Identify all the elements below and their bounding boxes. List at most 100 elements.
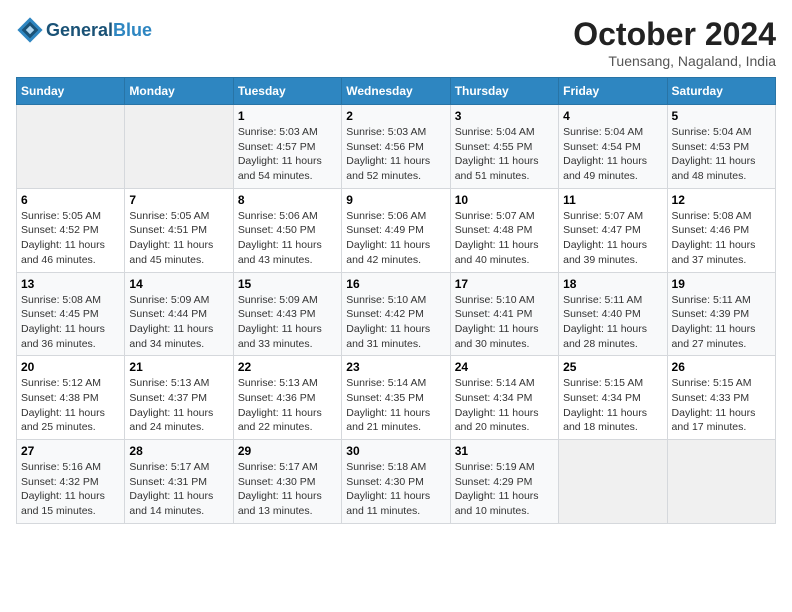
location-subtitle: Tuensang, Nagaland, India xyxy=(573,53,776,69)
day-number: 24 xyxy=(455,360,554,374)
header-sunday: Sunday xyxy=(17,78,125,105)
calendar-cell: 7Sunrise: 5:05 AMSunset: 4:51 PMDaylight… xyxy=(125,188,233,272)
day-info: Sunrise: 5:12 AMSunset: 4:38 PMDaylight:… xyxy=(21,376,120,435)
day-info: Sunrise: 5:08 AMSunset: 4:45 PMDaylight:… xyxy=(21,293,120,352)
logo-text-general: General xyxy=(46,20,113,40)
day-number: 6 xyxy=(21,193,120,207)
day-info: Sunrise: 5:18 AMSunset: 4:30 PMDaylight:… xyxy=(346,460,445,519)
day-number: 12 xyxy=(672,193,771,207)
day-info: Sunrise: 5:08 AMSunset: 4:46 PMDaylight:… xyxy=(672,209,771,268)
week-row-2: 6 Sunrise: 5:05 AMSunset: 4:52 PMDaylight… xyxy=(17,188,776,272)
calendar-table: SundayMondayTuesdayWednesdayThursdayFrid… xyxy=(16,77,776,524)
header-tuesday: Tuesday xyxy=(233,78,341,105)
week-row-3: 13 Sunrise: 5:08 AMSunset: 4:45 PMDayligh… xyxy=(17,272,776,356)
day-number: 17 xyxy=(455,277,554,291)
calendar-cell: 31Sunrise: 5:19 AMSunset: 4:29 PMDayligh… xyxy=(450,440,558,524)
page-header: GeneralBlue October 2024 Tuensang, Nagal… xyxy=(16,16,776,69)
calendar-cell: 18Sunrise: 5:11 AMSunset: 4:40 PMDayligh… xyxy=(559,272,667,356)
week-row-4: 20Sunrise: 5:12 AMSunset: 4:38 PMDayligh… xyxy=(17,356,776,440)
day-info: Sunrise: 5:16 AMSunset: 4:32 PMDaylight:… xyxy=(21,460,120,519)
day-info: Sunrise: 5:15 AMSunset: 4:34 PMDaylight:… xyxy=(563,376,662,435)
day-info: Sunrise: 5:09 AMSunset: 4:44 PMDaylight:… xyxy=(129,293,228,352)
calendar-cell: 27Sunrise: 5:16 AMSunset: 4:32 PMDayligh… xyxy=(17,440,125,524)
day-info: Sunrise: 5:11 AMSunset: 4:39 PMDaylight:… xyxy=(672,293,771,352)
header-saturday: Saturday xyxy=(667,78,775,105)
calendar-cell: 1 Sunrise: 5:03 AMSunset: 4:57 PMDaylight… xyxy=(233,105,341,189)
day-info: Sunrise: 5:05 AMSunset: 4:51 PMDaylight:… xyxy=(129,209,228,268)
day-info: Sunrise: 5:09 AMSunset: 4:43 PMDaylight:… xyxy=(238,293,337,352)
day-number: 3 xyxy=(455,109,554,123)
day-number: 22 xyxy=(238,360,337,374)
day-info: Sunrise: 5:10 AMSunset: 4:42 PMDaylight:… xyxy=(346,293,445,352)
day-info: Sunrise: 5:13 AMSunset: 4:36 PMDaylight:… xyxy=(238,376,337,435)
day-info: Sunrise: 5:17 AMSunset: 4:31 PMDaylight:… xyxy=(129,460,228,519)
day-info: Sunrise: 5:06 AMSunset: 4:49 PMDaylight:… xyxy=(346,209,445,268)
calendar-cell: 30 Sunrise: 5:18 AMSunset: 4:30 PMDayligh… xyxy=(342,440,450,524)
calendar-cell: 5Sunrise: 5:04 AMSunset: 4:53 PMDaylight… xyxy=(667,105,775,189)
day-number: 16 xyxy=(346,277,445,291)
calendar-cell xyxy=(125,105,233,189)
week-row-1: 1 Sunrise: 5:03 AMSunset: 4:57 PMDaylight… xyxy=(17,105,776,189)
header-thursday: Thursday xyxy=(450,78,558,105)
day-number: 15 xyxy=(238,277,337,291)
calendar-cell: 9 Sunrise: 5:06 AMSunset: 4:49 PMDaylight… xyxy=(342,188,450,272)
logo-icon xyxy=(16,16,44,44)
calendar-cell: 19 Sunrise: 5:11 AMSunset: 4:39 PMDayligh… xyxy=(667,272,775,356)
calendar-cell: 22 Sunrise: 5:13 AMSunset: 4:36 PMDayligh… xyxy=(233,356,341,440)
calendar-cell: 29Sunrise: 5:17 AMSunset: 4:30 PMDayligh… xyxy=(233,440,341,524)
calendar-cell: 6 Sunrise: 5:05 AMSunset: 4:52 PMDaylight… xyxy=(17,188,125,272)
calendar-cell: 3 Sunrise: 5:04 AMSunset: 4:55 PMDaylight… xyxy=(450,105,558,189)
day-number: 23 xyxy=(346,360,445,374)
month-title: October 2024 xyxy=(573,16,776,53)
day-info: Sunrise: 5:04 AMSunset: 4:55 PMDaylight:… xyxy=(455,125,554,184)
calendar-cell: 8 Sunrise: 5:06 AMSunset: 4:50 PMDaylight… xyxy=(233,188,341,272)
logo: GeneralBlue xyxy=(16,16,152,44)
day-number: 2 xyxy=(346,109,445,123)
day-number: 13 xyxy=(21,277,120,291)
day-number: 19 xyxy=(672,277,771,291)
calendar-cell: 20Sunrise: 5:12 AMSunset: 4:38 PMDayligh… xyxy=(17,356,125,440)
day-number: 26 xyxy=(672,360,771,374)
day-info: Sunrise: 5:14 AMSunset: 4:35 PMDaylight:… xyxy=(346,376,445,435)
calendar-cell xyxy=(559,440,667,524)
calendar-cell xyxy=(667,440,775,524)
day-info: Sunrise: 5:06 AMSunset: 4:50 PMDaylight:… xyxy=(238,209,337,268)
day-info: Sunrise: 5:07 AMSunset: 4:47 PMDaylight:… xyxy=(563,209,662,268)
calendar-cell: 16 Sunrise: 5:10 AMSunset: 4:42 PMDayligh… xyxy=(342,272,450,356)
header-wednesday: Wednesday xyxy=(342,78,450,105)
logo-text-blue: Blue xyxy=(113,20,152,40)
day-info: Sunrise: 5:19 AMSunset: 4:29 PMDaylight:… xyxy=(455,460,554,519)
calendar-cell: 10 Sunrise: 5:07 AMSunset: 4:48 PMDayligh… xyxy=(450,188,558,272)
calendar-cell: 17 Sunrise: 5:10 AMSunset: 4:41 PMDayligh… xyxy=(450,272,558,356)
day-number: 1 xyxy=(238,109,337,123)
calendar-cell: 28 Sunrise: 5:17 AMSunset: 4:31 PMDayligh… xyxy=(125,440,233,524)
calendar-header-row: SundayMondayTuesdayWednesdayThursdayFrid… xyxy=(17,78,776,105)
day-number: 30 xyxy=(346,444,445,458)
calendar-cell: 25 Sunrise: 5:15 AMSunset: 4:34 PMDayligh… xyxy=(559,356,667,440)
calendar-cell: 23 Sunrise: 5:14 AMSunset: 4:35 PMDayligh… xyxy=(342,356,450,440)
day-number: 11 xyxy=(563,193,662,207)
calendar-cell: 2Sunrise: 5:03 AMSunset: 4:56 PMDaylight… xyxy=(342,105,450,189)
calendar-cell: 4 Sunrise: 5:04 AMSunset: 4:54 PMDaylight… xyxy=(559,105,667,189)
day-info: Sunrise: 5:05 AMSunset: 4:52 PMDaylight:… xyxy=(21,209,120,268)
day-number: 8 xyxy=(238,193,337,207)
day-number: 4 xyxy=(563,109,662,123)
day-number: 25 xyxy=(563,360,662,374)
day-number: 9 xyxy=(346,193,445,207)
day-info: Sunrise: 5:04 AMSunset: 4:54 PMDaylight:… xyxy=(563,125,662,184)
calendar-cell xyxy=(17,105,125,189)
header-monday: Monday xyxy=(125,78,233,105)
day-info: Sunrise: 5:10 AMSunset: 4:41 PMDaylight:… xyxy=(455,293,554,352)
day-number: 14 xyxy=(129,277,228,291)
calendar-cell: 15 Sunrise: 5:09 AMSunset: 4:43 PMDayligh… xyxy=(233,272,341,356)
day-info: Sunrise: 5:03 AMSunset: 4:57 PMDaylight:… xyxy=(238,125,337,184)
day-info: Sunrise: 5:11 AMSunset: 4:40 PMDaylight:… xyxy=(563,293,662,352)
day-info: Sunrise: 5:07 AMSunset: 4:48 PMDaylight:… xyxy=(455,209,554,268)
calendar-cell: 13 Sunrise: 5:08 AMSunset: 4:45 PMDayligh… xyxy=(17,272,125,356)
calendar-cell: 26 Sunrise: 5:15 AMSunset: 4:33 PMDayligh… xyxy=(667,356,775,440)
calendar-cell: 21Sunrise: 5:13 AMSunset: 4:37 PMDayligh… xyxy=(125,356,233,440)
day-info: Sunrise: 5:15 AMSunset: 4:33 PMDaylight:… xyxy=(672,376,771,435)
title-block: October 2024 Tuensang, Nagaland, India xyxy=(573,16,776,69)
day-number: 28 xyxy=(129,444,228,458)
day-number: 10 xyxy=(455,193,554,207)
